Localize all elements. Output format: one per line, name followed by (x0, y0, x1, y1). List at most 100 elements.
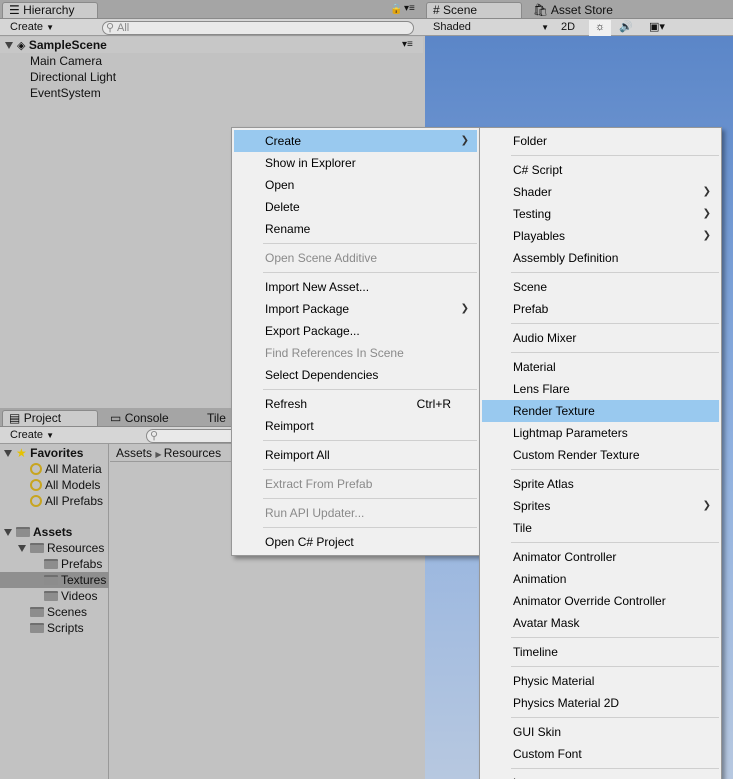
mode-2d-toggle[interactable]: 2D (558, 20, 578, 36)
submenu-arrow-icon: ❯ (702, 500, 711, 511)
textures-folder-selected[interactable]: Textures (0, 572, 109, 588)
audio-toggle-icon[interactable]: 🔊 (617, 20, 635, 36)
menu-item-reimport-all[interactable]: Reimport All (234, 444, 477, 466)
menu-item-open[interactable]: Open (234, 174, 477, 196)
expand-arrow-icon[interactable] (4, 529, 12, 537)
project-create-button[interactable]: Create ▼ (10, 428, 54, 444)
menu-separator (511, 323, 719, 324)
folder-icon (30, 622, 44, 633)
expand-arrow-icon[interactable] (18, 545, 26, 553)
menu-item-rename[interactable]: Rename (234, 218, 477, 240)
menu-item-label: GUI Skin (513, 725, 562, 739)
menu-item-sprite-atlas[interactable]: Sprite Atlas (482, 473, 719, 495)
scene-root[interactable]: ◈ SampleScene ▾≡ (0, 37, 423, 53)
assets-folder[interactable]: Assets (4, 524, 72, 540)
menu-item-reimport[interactable]: Reimport (234, 415, 477, 437)
menu-item-testing[interactable]: Testing ❯ (482, 203, 719, 225)
menu-item-label: Rename (265, 222, 311, 236)
menu-item-label: Physics Material 2D (513, 696, 620, 710)
expand-arrow-icon[interactable] (5, 42, 13, 50)
menu-item-import-package[interactable]: Import Package ❯ (234, 298, 477, 320)
menu-item-refresh[interactable]: Refresh Ctrl+R (234, 393, 477, 415)
menu-item-label: Animator Override Controller (513, 594, 666, 608)
menu-item-scene[interactable]: Scene (482, 276, 719, 298)
menu-item-audio-mixer[interactable]: Audio Mixer (482, 327, 719, 349)
menu-item-timeline[interactable]: Timeline (482, 641, 719, 663)
menu-item-label: Open (265, 178, 295, 192)
menu-item-open-c-project[interactable]: Open C# Project (234, 531, 477, 553)
tab-tile[interactable]: Tile (200, 410, 233, 426)
shading-mode-dropdown[interactable]: Shaded ▼ (433, 20, 551, 36)
menu-item-label: Open Scene Additive (265, 251, 378, 265)
lock-icon[interactable]: 🔒 (390, 4, 402, 15)
menu-item-shader[interactable]: Shader ❯ (482, 181, 719, 203)
menu-item-select-dependencies[interactable]: Select Dependencies (234, 364, 477, 386)
favorite-all-models[interactable]: All Models (30, 477, 100, 493)
hierarchy-search-input[interactable]: ⚲ All (102, 21, 414, 35)
menu-item-label: Prefab (513, 302, 549, 316)
hierarchy-item-main-camera[interactable]: Main Camera (30, 53, 102, 69)
tab-project[interactable]: ▤ Project (2, 410, 98, 426)
scene-menu-icon[interactable]: ▾≡ (402, 37, 413, 53)
tab-scene[interactable]: # Scene (426, 2, 522, 18)
menu-item-folder[interactable]: Folder (482, 130, 719, 152)
prefabs-folder[interactable]: Prefabs (44, 556, 102, 572)
hierarchy-create-button[interactable]: Create ▼ (10, 20, 54, 36)
search-icon: ⚲ (106, 22, 115, 34)
tab-asset-store[interactable]: 🛍 Asset Store (526, 2, 620, 18)
menu-item-lightmap-parameters[interactable]: Lightmap Parameters (482, 422, 719, 444)
menu-item-label: Animator Controller (513, 550, 617, 564)
tab-hierarchy[interactable]: ☰ Hierarchy (2, 2, 98, 18)
menu-item-custom-render-texture[interactable]: Custom Render Texture (482, 444, 719, 466)
favorite-all-prefabs[interactable]: All Prefabs (30, 493, 103, 509)
hierarchy-item-eventsystem[interactable]: EventSystem (30, 85, 101, 101)
menu-item-label: Sprites (513, 499, 551, 513)
panel-menu-icon[interactable]: ▾≡ (404, 3, 415, 14)
breadcrumb-assets[interactable]: Assets (116, 446, 152, 460)
menu-separator (263, 243, 477, 244)
menu-item-create[interactable]: Create ❯ (234, 130, 477, 152)
menu-item-tile[interactable]: Tile (482, 517, 719, 539)
expand-arrow-icon[interactable] (4, 450, 12, 458)
menu-item-label: Custom Render Texture (513, 448, 640, 462)
menu-separator (511, 717, 719, 718)
scripts-folder[interactable]: Scripts (30, 620, 84, 636)
hierarchy-item-directional-light[interactable]: Directional Light (30, 69, 116, 85)
menu-item-c-script[interactable]: C# Script (482, 159, 719, 181)
menu-item-sprites[interactable]: Sprites ❯ (482, 495, 719, 517)
menu-item-physics-material-2d[interactable]: Physics Material 2D (482, 692, 719, 714)
tab-console[interactable]: ▭ Console (103, 410, 176, 426)
menu-item-animation[interactable]: Animation (482, 568, 719, 590)
menu-item-label: Timeline (513, 645, 558, 659)
menu-item-export-package[interactable]: Export Package... (234, 320, 477, 342)
menu-item-animator-override-controller[interactable]: Animator Override Controller (482, 590, 719, 612)
menu-item-lens-flare[interactable]: Lens Flare (482, 378, 719, 400)
menu-item-animator-controller[interactable]: Animator Controller (482, 546, 719, 568)
menu-item-l[interactable]: L (482, 772, 719, 779)
favorite-all-materials[interactable]: All Materia (30, 461, 102, 477)
favorites-folder[interactable]: ★ Favorites (4, 445, 83, 461)
menu-item-delete[interactable]: Delete (234, 196, 477, 218)
menu-item-custom-font[interactable]: Custom Font (482, 743, 719, 765)
menu-item-import-new-asset[interactable]: Import New Asset... (234, 276, 477, 298)
menu-item-assembly-definition[interactable]: Assembly Definition (482, 247, 719, 269)
scene-tabbar: # Scene 🛍 Asset Store (423, 0, 733, 19)
menu-item-show-in-explorer[interactable]: Show in Explorer (234, 152, 477, 174)
scenes-folder[interactable]: Scenes (30, 604, 87, 620)
menu-item-prefab[interactable]: Prefab (482, 298, 719, 320)
menu-item-render-texture[interactable]: Render Texture (482, 400, 719, 422)
menu-item-extract-from-prefab: Extract From Prefab (234, 473, 477, 495)
lighting-toggle-icon[interactable]: ☼ (589, 20, 611, 36)
videos-folder[interactable]: Videos (44, 588, 97, 604)
hierarchy-tabbar: ☰ Hierarchy 🔒 ▾≡ (0, 0, 423, 19)
menu-item-material[interactable]: Material (482, 356, 719, 378)
effects-toggle-icon[interactable]: ▣▾ (645, 20, 669, 36)
menu-item-playables[interactable]: Playables ❯ (482, 225, 719, 247)
breadcrumb-resources[interactable]: Resources (164, 446, 221, 460)
menu-item-physic-material[interactable]: Physic Material (482, 670, 719, 692)
resources-folder[interactable]: Resources (18, 540, 104, 556)
menu-item-avatar-mask[interactable]: Avatar Mask (482, 612, 719, 634)
menu-separator (263, 389, 477, 390)
submenu-arrow-icon: ❯ (460, 135, 469, 146)
menu-item-gui-skin[interactable]: GUI Skin (482, 721, 719, 743)
